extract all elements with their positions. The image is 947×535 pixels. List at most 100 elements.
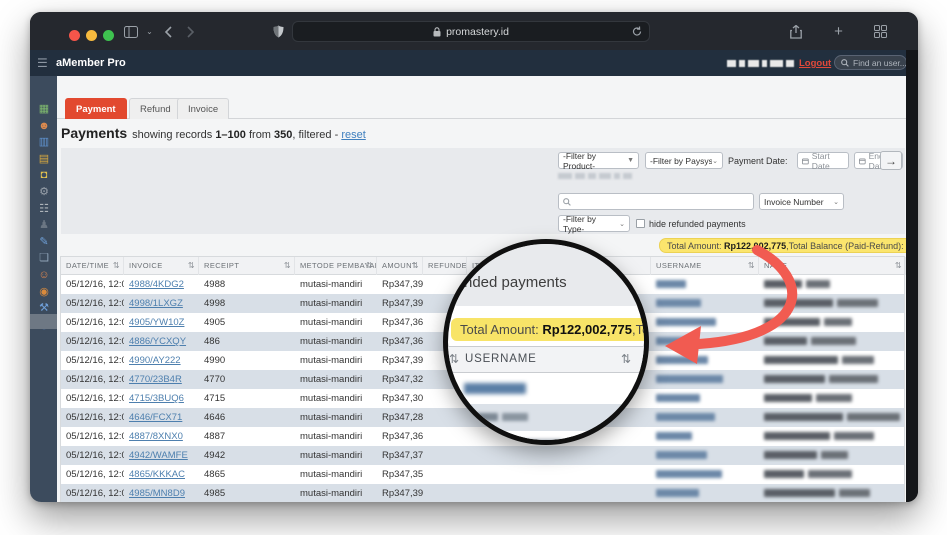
invoice-link[interactable]: 4990/AY222 <box>129 355 181 366</box>
column-header-receipt[interactable]: RECEIPT ⇅ <box>199 257 295 275</box>
invoice-link[interactable]: 4886/YCXQY <box>129 336 186 347</box>
invoice-link[interactable]: 4985/MN8D9 <box>129 488 185 499</box>
cell-username-redacted <box>651 313 759 332</box>
column-header-invoice[interactable]: INVOICE ⇅ <box>124 257 199 275</box>
invoice-number-select[interactable]: Invoice Number ⌄ <box>759 193 844 210</box>
column-header-date-time[interactable]: DATE/TIME ⇅ <box>61 257 124 275</box>
menu-icon[interactable]: ☰ <box>37 56 48 70</box>
edit-icon[interactable]: ✎ <box>37 235 51 249</box>
chevron-down-icon: ⌄ <box>833 198 839 206</box>
users-icon[interactable]: ☻ <box>37 119 51 133</box>
chevron-down-icon: ▼ <box>627 157 634 164</box>
column-header-amount[interactable]: AMOUNT ⇅ <box>377 257 423 275</box>
app-header: ☰ aMember Pro Logout Find an user... <box>30 50 907 76</box>
cell-username-redacted <box>651 370 759 389</box>
invoice-link[interactable]: 4887/8XNX0 <box>129 431 183 442</box>
affiliates-icon[interactable]: ♟ <box>37 218 51 232</box>
new-tab-icon[interactable]: + <box>830 23 847 40</box>
helpdesk-icon[interactable]: ◉ <box>37 285 51 299</box>
invoice-link[interactable]: 4988/4KDG2 <box>129 279 184 290</box>
chevron-down-icon[interactable]: ⌄ <box>141 23 158 40</box>
cell-receipt: 4990 <box>204 355 226 366</box>
cell-invoice: 4865/KKKAC <box>124 465 199 484</box>
cell-method: mutasi-mandiri <box>300 450 363 461</box>
invoice-link[interactable]: 4998/1LXGZ <box>129 298 183 309</box>
reset-filter-link[interactable]: reset <box>341 129 365 141</box>
magnified-row <box>448 404 644 431</box>
start-date-input[interactable]: Start Date <box>797 151 849 171</box>
products-icon[interactable]: ▤ <box>37 152 51 166</box>
back-icon[interactable] <box>159 23 176 40</box>
forward-icon[interactable] <box>182 23 199 40</box>
invoice-link[interactable]: 4770/23B4R <box>129 374 182 385</box>
protect-icon[interactable]: ◘ <box>37 168 51 182</box>
tab-refund[interactable]: Refund <box>129 98 182 119</box>
cell-receipt: 4865 <box>204 469 226 480</box>
tab-payment[interactable]: Payment <box>65 98 127 119</box>
hide-refunded-checkbox[interactable] <box>636 219 645 228</box>
cart-icon[interactable]: ☷ <box>37 202 51 216</box>
close-window-button[interactable] <box>69 30 80 41</box>
invoice-link[interactable]: 4715/3BUQ6 <box>129 393 184 404</box>
cell-date: 05/12/16, 12:00 AM <box>66 279 124 290</box>
cell-receipt: 486 <box>204 336 220 347</box>
magnified-hide-refunded-text: nded payments <box>464 274 567 291</box>
zoom-window-button[interactable] <box>103 30 114 41</box>
cell-amount: Rp347,394 <box>382 279 423 290</box>
invoice-link[interactable]: 4646/FCX71 <box>129 412 182 423</box>
cell-receipt: 4942 <box>204 450 226 461</box>
sort-icon: ⇅ <box>411 261 419 270</box>
apply-filter-button[interactable]: → <box>880 151 902 170</box>
invoice-link[interactable]: 4905/YW10Z <box>129 317 184 328</box>
page-title: Payments <box>61 125 128 141</box>
url-bar[interactable]: promastery.id <box>292 21 650 42</box>
hide-refunded-label: hide refunded payments <box>649 219 746 229</box>
column-header-metode-pembayaran[interactable]: METODE PEMBAYARAN⇅ <box>295 257 377 275</box>
column-header-username[interactable]: USERNAME ⇅ <box>651 257 759 275</box>
cell-amount: Rp347,280 <box>382 412 423 423</box>
tab-overview-icon[interactable] <box>872 23 889 40</box>
cell-method: mutasi-mandiri <box>300 469 363 480</box>
cell-date: 05/12/16, 12:00 AM <box>66 431 124 442</box>
cell-date: 05/12/16, 12:00 AM <box>66 336 124 347</box>
sidebar-toggle-icon[interactable] <box>122 23 139 40</box>
cell-receipt: 4887 <box>204 431 226 442</box>
page-content: ▦☻▥▤◘⚙☷♟✎❏☺◉⚒◍ Payment Refund Invoice Pa… <box>30 76 918 502</box>
minimize-window-button[interactable] <box>86 30 97 41</box>
cell-invoice: 4985/MN8D9 <box>124 484 199 502</box>
column-header-name[interactable]: NAME ⇅ <box>759 257 906 275</box>
privacy-shield-icon[interactable] <box>270 23 287 40</box>
dashboard-icon[interactable]: ▦ <box>37 102 51 116</box>
cell-receipt: 4985 <box>204 488 226 499</box>
cell-receipt: 4715 <box>204 393 226 404</box>
table-row: 05/12/16, 12:00 AM 4985/MN8D9 4985 mutasi-m… <box>61 484 904 502</box>
invoice-link[interactable]: 4942/WAMFE <box>129 450 188 461</box>
tab-invoice[interactable]: Invoice <box>177 98 230 119</box>
reports-icon[interactable]: ▥ <box>37 135 51 149</box>
user-stats-icon[interactable]: ☺ <box>37 268 51 282</box>
filter-product-select[interactable]: -Filter by Product- ▼ <box>558 151 639 171</box>
search-input[interactable] <box>558 193 754 210</box>
reload-icon[interactable] <box>632 26 642 37</box>
cell-name-redacted <box>759 465 906 484</box>
filter-paysystem-select[interactable]: -Filter by Paysystem-⌄ <box>645 152 723 169</box>
settings-icon[interactable]: ⚙ <box>37 185 51 199</box>
filter-panel: -Filter by Product-▼ -Filter by Paysyste… <box>61 148 905 234</box>
share-icon[interactable] <box>787 23 804 40</box>
cell-method: mutasi-mandiri <box>300 393 363 404</box>
cell-date: 05/12/16, 12:00 AM <box>66 469 124 480</box>
cell-amount: Rp347,378 <box>382 450 423 461</box>
search-icon <box>563 197 571 206</box>
sidebar-scroll-thumb[interactable] <box>30 314 57 329</box>
logout-link[interactable]: Logout <box>799 58 831 69</box>
invoice-link[interactable]: 4865/KKKAC <box>129 469 185 480</box>
browser-chrome: ⌄ promastery.id + <box>30 12 918 50</box>
cell-name-redacted <box>759 351 906 370</box>
pages-icon[interactable]: ❏ <box>37 251 51 265</box>
find-user-placeholder: Find an user... <box>853 57 907 68</box>
find-user-search[interactable]: Find an user... <box>834 55 907 70</box>
table-row: 05/12/16, 12:00 AM 4942/WAMFE 4942 mutasi-m… <box>61 446 904 465</box>
cell-invoice: 4998/1LXGZ <box>124 294 199 313</box>
cell-username-redacted <box>651 332 759 351</box>
filter-type-select[interactable]: -Filter by Type- ⌄ <box>558 214 630 234</box>
